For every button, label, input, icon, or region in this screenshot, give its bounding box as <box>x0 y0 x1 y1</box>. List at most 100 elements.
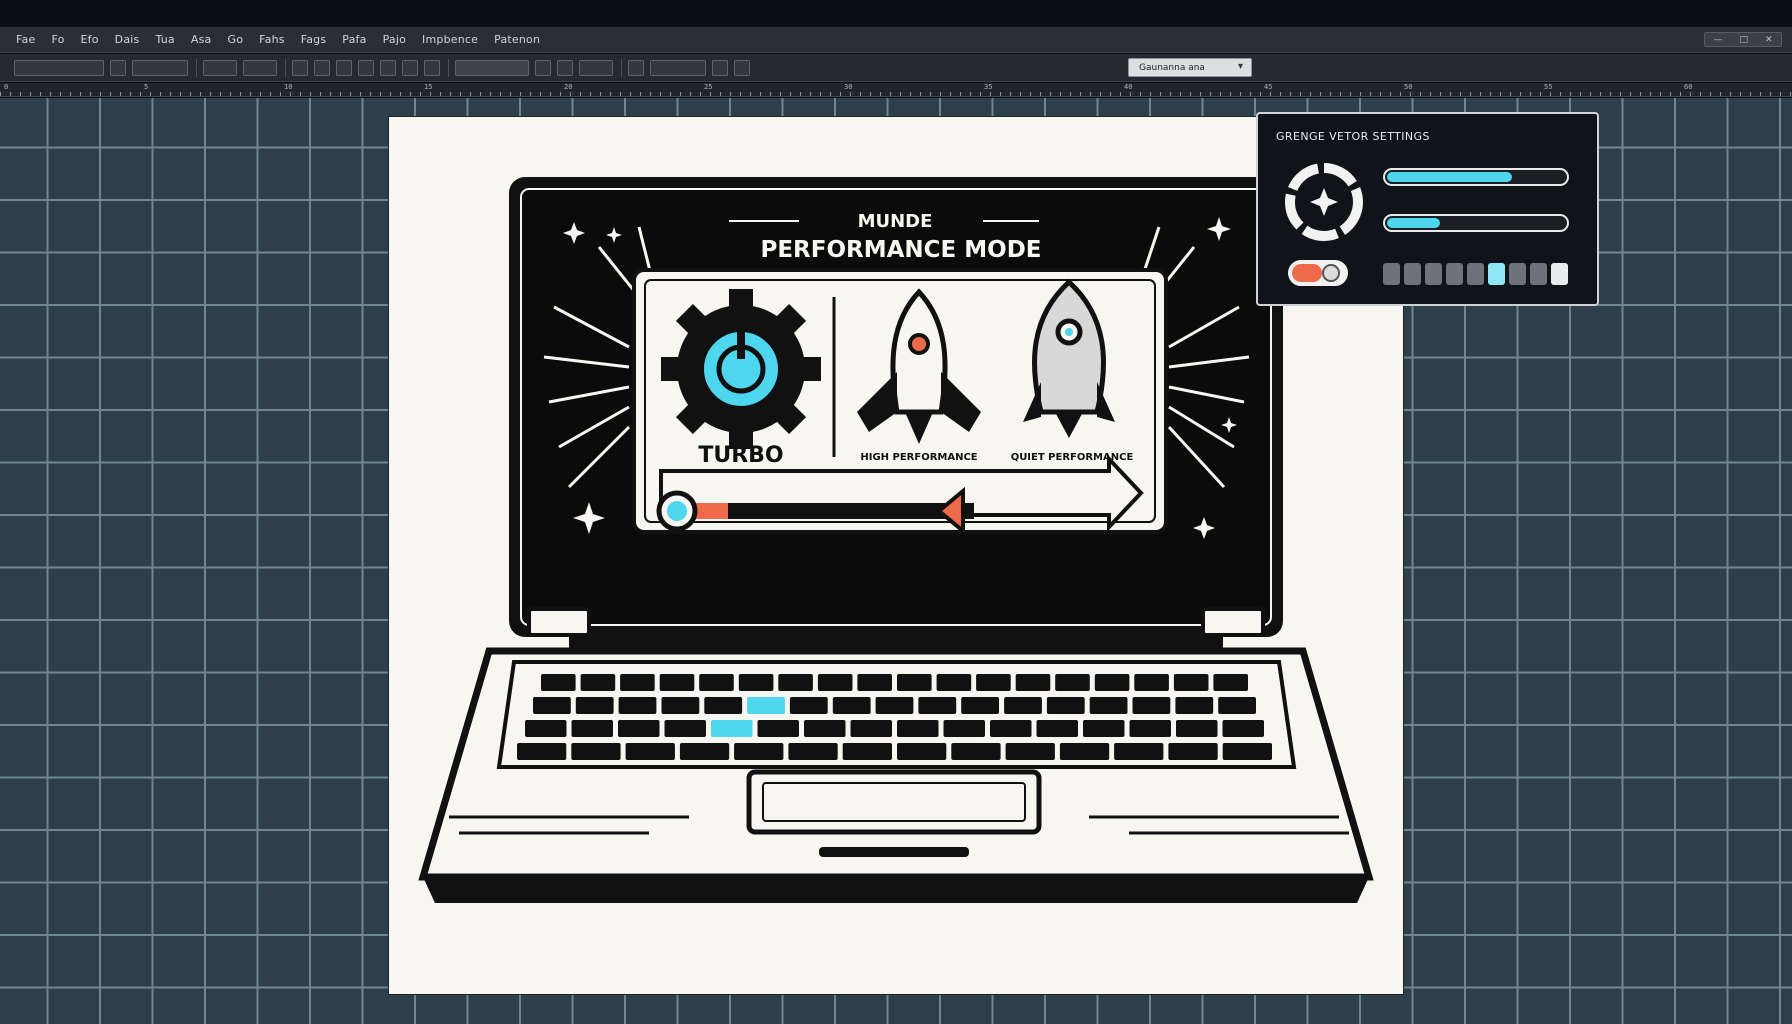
menu-item-edit[interactable]: Fo <box>51 33 64 46</box>
menu-item-select[interactable]: Tua <box>155 33 174 46</box>
position-field[interactable] <box>132 59 188 76</box>
keyboard-key <box>1114 743 1164 760</box>
settings-panel: GRENGE VETOR SETTINGS <box>1256 112 1599 306</box>
gear-power-icon <box>661 289 821 449</box>
level-segment <box>1551 263 1568 285</box>
rotate-icon[interactable] <box>292 59 308 76</box>
undo-icon[interactable] <box>314 59 330 76</box>
opacity-field[interactable] <box>650 59 706 76</box>
redo-icon[interactable] <box>336 59 352 76</box>
keyboard-key <box>1094 674 1130 691</box>
keyboard-key <box>817 674 853 691</box>
slider-track <box>694 503 974 519</box>
hinge-right <box>1201 607 1265 637</box>
keyboard-key <box>1176 720 1218 737</box>
flip-icon[interactable] <box>358 59 374 76</box>
keyboard-key <box>961 697 999 714</box>
menu-item-pattern[interactable]: Patenon <box>494 33 540 46</box>
keyboard-key <box>738 674 774 691</box>
menu-item-plugins[interactable]: Pajo <box>383 33 406 46</box>
keyboard-key <box>664 720 706 737</box>
touchpad <box>746 769 1042 835</box>
selection-field[interactable] <box>14 59 104 76</box>
arrange-icon[interactable] <box>579 59 613 76</box>
level-segment <box>1488 263 1505 285</box>
preset-select-value: Gaunanna ana <box>1139 62 1205 73</box>
slider-1[interactable] <box>1383 168 1569 186</box>
menu-item-file[interactable]: Fae <box>16 33 35 46</box>
keyboard-key <box>1222 720 1264 737</box>
keyboard-key <box>734 743 784 760</box>
keyboard-key <box>1083 720 1125 737</box>
keyboard-key <box>918 697 957 714</box>
keyboard-key <box>832 697 871 714</box>
keyboard-key <box>620 674 655 691</box>
ruler-label: 10 <box>284 83 293 91</box>
level-segment <box>1467 263 1484 285</box>
keyboard-key <box>704 697 743 714</box>
keyboard-key <box>804 720 846 737</box>
keyboard-key <box>661 697 700 714</box>
keyboard-key <box>757 720 799 737</box>
mode-label-high-performance: HIGH PERFORMANCE <box>860 452 977 463</box>
toggle-switch[interactable] <box>1288 260 1348 286</box>
mode-label-turbo: TURBO <box>698 443 783 468</box>
crop-icon[interactable] <box>424 59 440 76</box>
keyboard-key <box>580 674 616 691</box>
keyboard-key <box>1132 697 1171 714</box>
keyboard-key <box>936 674 972 691</box>
rectangle-icon[interactable] <box>402 59 418 76</box>
width-field[interactable] <box>203 59 237 76</box>
menu-item-help[interactable]: Fags <box>301 33 327 46</box>
chevron-down-icon: ▾ <box>1237 61 1243 72</box>
menu-item-import[interactable]: Impbence <box>422 33 478 46</box>
settings-panel-title: GRENGE VETOR SETTINGS <box>1276 130 1430 143</box>
menu-item-view[interactable]: Go <box>227 33 243 46</box>
slider-1-fill <box>1387 172 1512 182</box>
height-field[interactable] <box>243 59 277 76</box>
menu-item-effect[interactable]: Asa <box>191 33 212 46</box>
keyboard-key <box>571 720 613 737</box>
dial-icon[interactable] <box>1284 162 1364 242</box>
divider <box>448 58 449 77</box>
keyboard-key <box>699 674 734 691</box>
align-icon[interactable] <box>535 59 551 76</box>
level-segment <box>1509 263 1526 285</box>
level-segment <box>1425 263 1442 285</box>
stroke-width-field[interactable] <box>455 59 529 76</box>
level-meter <box>1383 263 1568 285</box>
laptop-notch <box>819 847 969 857</box>
toggle-end-icon <box>1322 264 1340 282</box>
ruler-label: 55 <box>1544 83 1553 91</box>
keyboard-key <box>525 720 567 737</box>
settings-icon[interactable] <box>734 59 750 76</box>
keyboard-key <box>897 720 939 737</box>
keyboard-key <box>990 720 1032 737</box>
keyboard-key <box>747 697 785 714</box>
keyboard-key <box>1015 674 1051 691</box>
menu-item-type[interactable]: Dais <box>115 33 140 46</box>
keyboard-key <box>788 743 838 760</box>
ruler-label: 60 <box>1684 83 1693 91</box>
menu-item-object[interactable]: Efo <box>81 33 99 46</box>
grid-icon[interactable] <box>712 59 728 76</box>
keyboard-key <box>1218 697 1256 714</box>
menu-item-window[interactable]: Fahs <box>259 33 285 46</box>
pen-icon[interactable] <box>380 59 396 76</box>
slider-2-fill <box>1387 218 1440 228</box>
close-button[interactable]: ✕ <box>1765 34 1773 46</box>
lock-icon[interactable] <box>110 59 126 76</box>
maximize-button[interactable]: □ <box>1739 34 1748 46</box>
level-segment <box>1530 263 1547 285</box>
keyboard-key <box>541 674 576 691</box>
menu-item-pages[interactable]: Pafa <box>342 33 366 46</box>
minimize-button[interactable]: — <box>1713 34 1722 46</box>
preset-select[interactable]: Gaunanna ana ▾ <box>1128 58 1252 77</box>
distribute-icon[interactable] <box>557 59 573 76</box>
slider-fill <box>694 503 728 519</box>
slider-2[interactable] <box>1383 214 1569 232</box>
artboard[interactable]: MUNDE PERFORMANCE MODE TURBO HIGH PERFOR… <box>389 117 1403 994</box>
keyboard-key <box>618 720 660 737</box>
link-icon[interactable] <box>628 59 644 76</box>
ruler-label: 0 <box>4 83 9 91</box>
